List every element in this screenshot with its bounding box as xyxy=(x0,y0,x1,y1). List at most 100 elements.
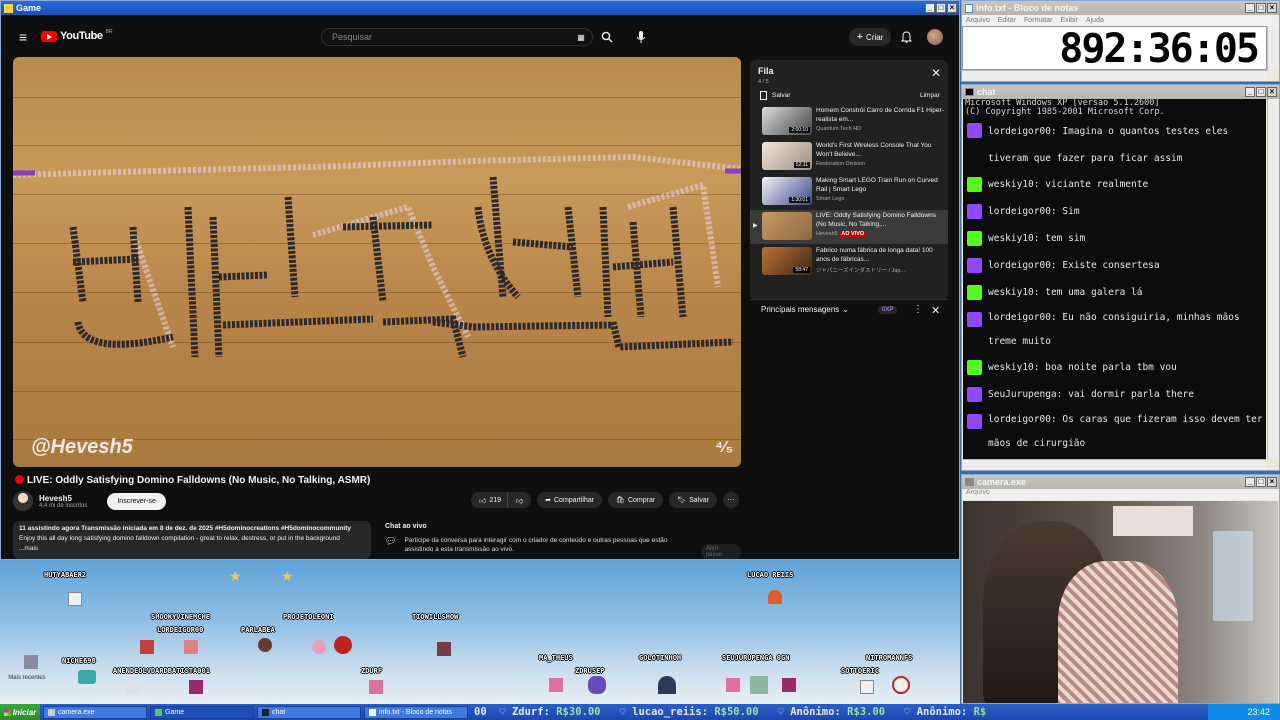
more-options-icon[interactable]: ⋮ xyxy=(913,304,923,315)
player-sprite xyxy=(892,676,910,694)
menu-item-arquivo[interactable]: Arquivo xyxy=(966,17,990,24)
buy-button[interactable]: 🛍︎ Comprar xyxy=(608,492,664,508)
save-button[interactable]: 🔖︎ Salvar xyxy=(669,492,717,508)
close-button[interactable]: × xyxy=(1267,477,1277,487)
close-button[interactable]: × xyxy=(947,3,957,13)
bookmark-icon: 🔖︎ xyxy=(677,497,687,504)
app-icon xyxy=(48,708,55,716)
maximize-button[interactable]: □ xyxy=(1256,3,1266,13)
maximize-button[interactable]: □ xyxy=(1256,477,1266,487)
queue-item[interactable]: 52:11 World's First Wireless Console Tha… xyxy=(750,140,948,174)
queue-save-button[interactable]: Salvar xyxy=(760,91,790,100)
domino-letters-graphic xyxy=(13,153,741,358)
close-button[interactable]: × xyxy=(1267,87,1277,97)
player-sprite xyxy=(126,680,140,694)
player-sprite xyxy=(68,592,82,606)
taskbar-notepad[interactable]: info.txt - Bloco de notas xyxy=(364,705,468,719)
taskbar: Iniciar camera.exe Game chat info.txt - … xyxy=(0,704,1280,720)
description-meta: 11 assistindo agora Transmissão iniciada… xyxy=(19,525,351,532)
chat-close-icon[interactable]: ✕ xyxy=(931,304,940,317)
live-chat-preview: Chat ao vivo 💬︎ Participe da conversa pa… xyxy=(379,521,741,559)
queue-item[interactable]: 1:30:01 Making Smart LEGO Train Run on C… xyxy=(750,175,948,209)
maximize-button[interactable]: □ xyxy=(936,3,946,13)
minimize-button[interactable]: _ xyxy=(1245,477,1255,487)
chat-message: weskiy10: boa noite parla tbm vou xyxy=(988,362,1177,373)
minimize-button[interactable]: _ xyxy=(1245,87,1255,97)
camera-menu[interactable]: Arquivo xyxy=(962,489,1279,500)
minimize-button[interactable]: _ xyxy=(925,3,935,13)
dislike-button[interactable]: 👎︎ xyxy=(507,492,532,508)
channel-name[interactable]: Hevesh5 xyxy=(39,494,87,503)
subscribe-button[interactable]: Inscrever-se xyxy=(107,492,166,510)
menu-item-ajuda[interactable]: Ajuda xyxy=(1086,17,1104,24)
queue-item[interactable]: 58:47 Fabrico numa fábrica de longa data… xyxy=(750,245,948,279)
notepad-window[interactable]: info.txt - Bloco de notas _ □ × Arquivo Ed… xyxy=(961,0,1280,82)
create-label: Criar xyxy=(866,32,884,42)
menu-icon[interactable]: ≡ xyxy=(15,29,31,45)
live-indicator-icon xyxy=(15,475,24,484)
queue-item-current[interactable]: ▶ LIVE: Oddly Satisfying Domino Falldown… xyxy=(750,210,948,244)
channel-avatar[interactable] xyxy=(13,491,33,511)
player-name: TIOWILLSHOW xyxy=(412,613,459,621)
queue-item-channel-row: Hevesh5 AO VIVO xyxy=(816,231,867,237)
description-more-link[interactable]: ...mais xyxy=(19,544,365,554)
create-button[interactable]: + Criar xyxy=(849,28,891,46)
notepad-text[interactable]: 892:36:05 xyxy=(962,26,1267,71)
queue-clear-button[interactable]: Limpar xyxy=(920,92,940,99)
player-sprite xyxy=(140,640,154,654)
bell-icon[interactable] xyxy=(899,29,913,45)
search-icon[interactable] xyxy=(599,29,615,45)
camera-window[interactable]: camera.exe _ □ × Arquivo xyxy=(961,474,1280,704)
menu-item-formatar[interactable]: Formatar xyxy=(1024,17,1052,24)
maximize-button[interactable]: □ xyxy=(1256,87,1266,97)
horizontal-scrollbar[interactable] xyxy=(963,459,1266,470)
chat-titlebar[interactable]: chat _ □ × xyxy=(962,85,1279,99)
close-button[interactable]: × xyxy=(1267,3,1277,13)
window-title: camera.exe xyxy=(977,477,1027,487)
queue-item-title: LIVE: Oddly Satisfying Domino Falldowns … xyxy=(816,212,936,228)
player-sprite xyxy=(549,678,563,692)
share-button[interactable]: ➦ Compartilhar xyxy=(537,492,603,508)
account-avatar[interactable] xyxy=(927,29,943,45)
video-description[interactable]: 11 assistindo agora Transmissão iniciada… xyxy=(13,521,371,559)
chat-window[interactable]: chat _ □ × Microsoft Windows XP [versão 5.… xyxy=(961,84,1280,471)
taskbar-chat[interactable]: chat xyxy=(257,705,361,719)
open-panel-button[interactable]: Abrir painel xyxy=(700,544,741,559)
queue-title: Fila xyxy=(758,66,774,76)
window-title: chat xyxy=(977,87,996,97)
youtube-logo[interactable]: YouTube BR xyxy=(41,29,113,42)
start-button[interactable]: Iniciar xyxy=(0,704,40,720)
menu-item-editar[interactable]: Editar xyxy=(998,17,1016,24)
player-sprite xyxy=(369,680,383,694)
player-name: LORDEIGOR00 xyxy=(157,626,204,634)
top-messages-dropdown[interactable]: Principais mensagens ⌄ xyxy=(761,305,849,314)
player-sprite xyxy=(189,680,203,694)
player-name: ZDURF xyxy=(361,667,383,675)
menu-item-exibir[interactable]: Exibir xyxy=(1060,17,1078,24)
player-name: GOLOTINHOH xyxy=(639,654,682,662)
keyboard-icon[interactable]: ▦ xyxy=(575,31,587,43)
game-titlebar[interactable]: Game _ □ × xyxy=(1,1,959,15)
player-sprite xyxy=(658,676,676,694)
like-button[interactable]: 👍︎ 219 xyxy=(471,492,508,508)
taskbar-camera[interactable]: camera.exe xyxy=(43,705,147,719)
queue-close-icon[interactable]: ✕ xyxy=(931,66,941,80)
camera-titlebar[interactable]: camera.exe _ □ × xyxy=(962,475,1279,489)
vertical-scrollbar[interactable] xyxy=(1267,99,1279,459)
youtube-header: ≡ YouTube BR Pesquisar ▦ + Criar xyxy=(1,15,959,59)
game-window[interactable]: Game _ □ × ≡ YouTube BR Pesquisar ▦ + Criar xyxy=(0,0,960,560)
queue-item-channel: Hevesh5 xyxy=(816,231,838,237)
taskbar-game[interactable]: Game xyxy=(150,705,254,719)
heart-icon: ♡ xyxy=(499,706,506,718)
system-tray-clock[interactable]: 23:42 xyxy=(1208,704,1280,720)
vertical-scrollbar[interactable] xyxy=(1267,26,1279,70)
video-player[interactable]: @Hevesh5 ⁴∕₅ xyxy=(13,57,741,467)
microphone-icon[interactable] xyxy=(633,29,649,45)
more-actions-button[interactable]: ⋯ xyxy=(722,492,739,508)
notepad-titlebar[interactable]: info.txt - Bloco de notas _ □ × xyxy=(962,1,1279,15)
queue-item[interactable]: 2:00:10 Homem Constrói Carro de Corrida … xyxy=(750,105,948,139)
search-input[interactable]: Pesquisar xyxy=(321,28,593,46)
minimize-button[interactable]: _ xyxy=(1245,3,1255,13)
horizontal-scrollbar[interactable] xyxy=(962,70,1267,81)
region-code: BR xyxy=(105,29,113,35)
